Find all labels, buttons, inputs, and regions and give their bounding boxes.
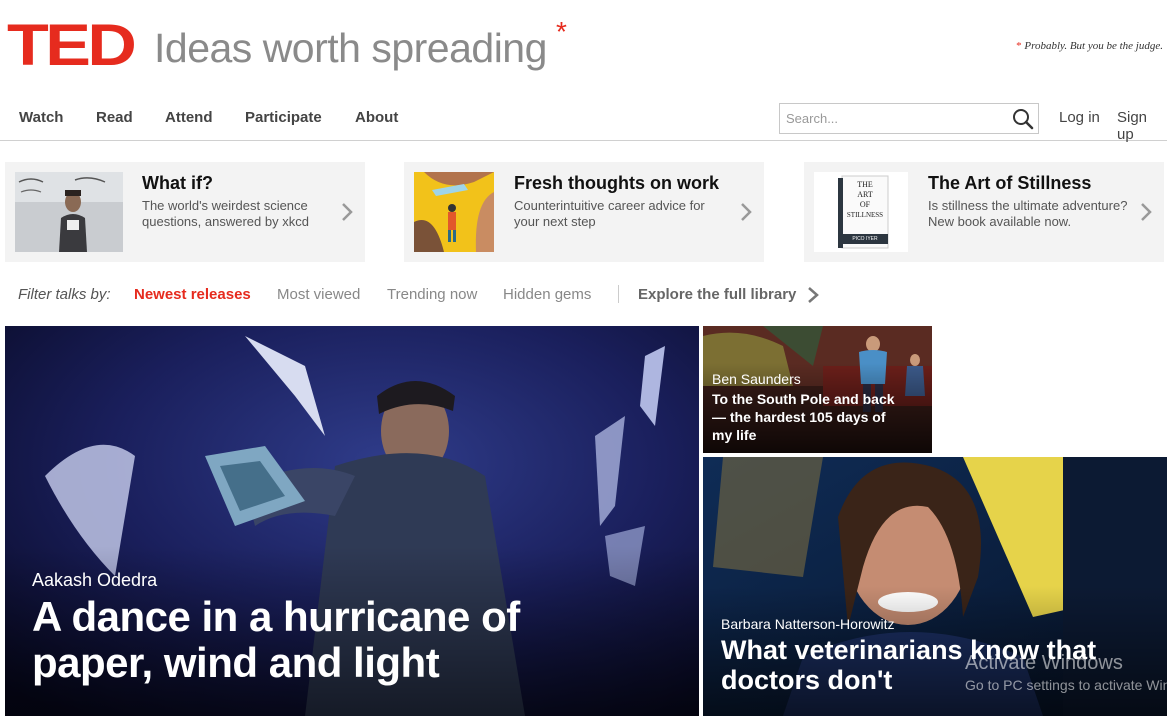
promo-title: What if? [142,173,213,193]
book-author: PICO IYER [852,236,878,242]
talk-title-line: — the hardest 105 days of [712,409,886,425]
talk-title: To the South Pole and back — the hardest… [712,390,895,444]
promo-description: The world's weirdest science questions, … [142,198,309,229]
login-link[interactable]: Log in [1059,109,1100,126]
talk-title-line: What veterinarians know that [721,635,1097,665]
promo-card-fresh-thoughts[interactable]: Fresh thoughts on work Counterintuitive … [404,162,764,262]
promo-title: The Art of Stillness [928,173,1092,193]
talk-title-line: doctors don't [721,665,893,695]
talk-title-line: To the South Pole and back [712,391,895,407]
filter-most-viewed[interactable]: Most viewed [277,286,360,303]
chevron-right-icon[interactable] [806,286,820,304]
talk-title-line: my life [712,427,757,443]
signup-link[interactable]: Sign up [1117,109,1167,143]
speaker-name: Aakash Odedra [32,570,158,590]
main-nav: Watch Read Attend Participate About Log … [0,100,1167,143]
chevron-right-icon [342,203,353,221]
talk-title-line: A dance in a hurricane of [32,593,520,640]
book-title-line: STILLNESS [846,211,884,219]
tagline-asterisk: * [556,16,567,47]
book-title-line: ART [857,190,873,199]
promo-card-what-if[interactable]: What if? The world's weirdest science qu… [5,162,365,262]
speaker-photo-icon [15,172,123,252]
feature-talk-large[interactable]: Aakash Odedra A dance in a hurricane of … [5,326,699,716]
filter-divider [618,285,619,303]
filter-newest[interactable]: Newest releases [134,286,251,303]
illustration-icon [414,172,494,252]
search-icon[interactable] [1012,108,1034,130]
search-input[interactable] [780,104,1000,133]
promo-card-art-of-stillness[interactable]: THE ART OF STILLNESS PICO IYER The Art o… [804,162,1164,262]
filter-label: Filter talks by: [18,286,111,303]
feature-talk-medium[interactable]: Barbara Natterson-Horowitz What veterina… [703,457,1167,716]
filter-trending[interactable]: Trending now [387,286,477,303]
book-title-line: THE [857,180,873,189]
search-box [779,103,1039,134]
book-title-line: OF [859,200,871,209]
speaker-name: Ben Saunders [712,371,801,387]
nav-attend[interactable]: Attend [165,109,213,126]
nav-watch[interactable]: Watch [19,109,63,126]
ted-logo[interactable]: TED [7,17,137,75]
talk-title: A dance in a hurricane of paper, wind an… [32,594,520,686]
promo-description: Is stillness the ultimate adventure? New… [928,198,1128,229]
site-header: TED Ideas worth spreading * * Probably. … [0,0,1167,100]
promo-description: Counterintuitive career advice for your … [514,198,705,229]
speaker-name: Barbara Natterson-Horowitz [721,616,895,632]
talk-title-line: paper, wind and light [32,639,440,686]
chevron-right-icon [741,203,752,221]
tagline-disclaimer: * Probably. But you be the judge. [1016,40,1163,52]
filter-bar: Filter talks by: Newest releases Most vi… [0,280,1167,310]
disclaimer-asterisk: * [1016,40,1022,52]
explore-library-link[interactable]: Explore the full library [638,286,796,303]
promo-thumbnail: THE ART OF STILLNESS PICO IYER [814,172,908,252]
nav-about[interactable]: About [355,109,398,126]
promo-thumbnail [15,172,123,252]
nav-participate[interactable]: Participate [245,109,322,126]
filter-hidden-gems[interactable]: Hidden gems [503,286,591,303]
chevron-right-icon [1141,203,1152,221]
feature-talk-small[interactable]: Ben Saunders To the South Pole and back … [703,326,932,453]
talk-title: What veterinarians know that doctors don… [721,635,1096,695]
tagline: Ideas worth spreading [154,25,547,71]
promo-title: Fresh thoughts on work [514,173,719,193]
nav-read[interactable]: Read [96,109,133,126]
disclaimer-text: Probably. But you be the judge. [1024,40,1163,52]
promo-thumbnail [414,172,522,252]
